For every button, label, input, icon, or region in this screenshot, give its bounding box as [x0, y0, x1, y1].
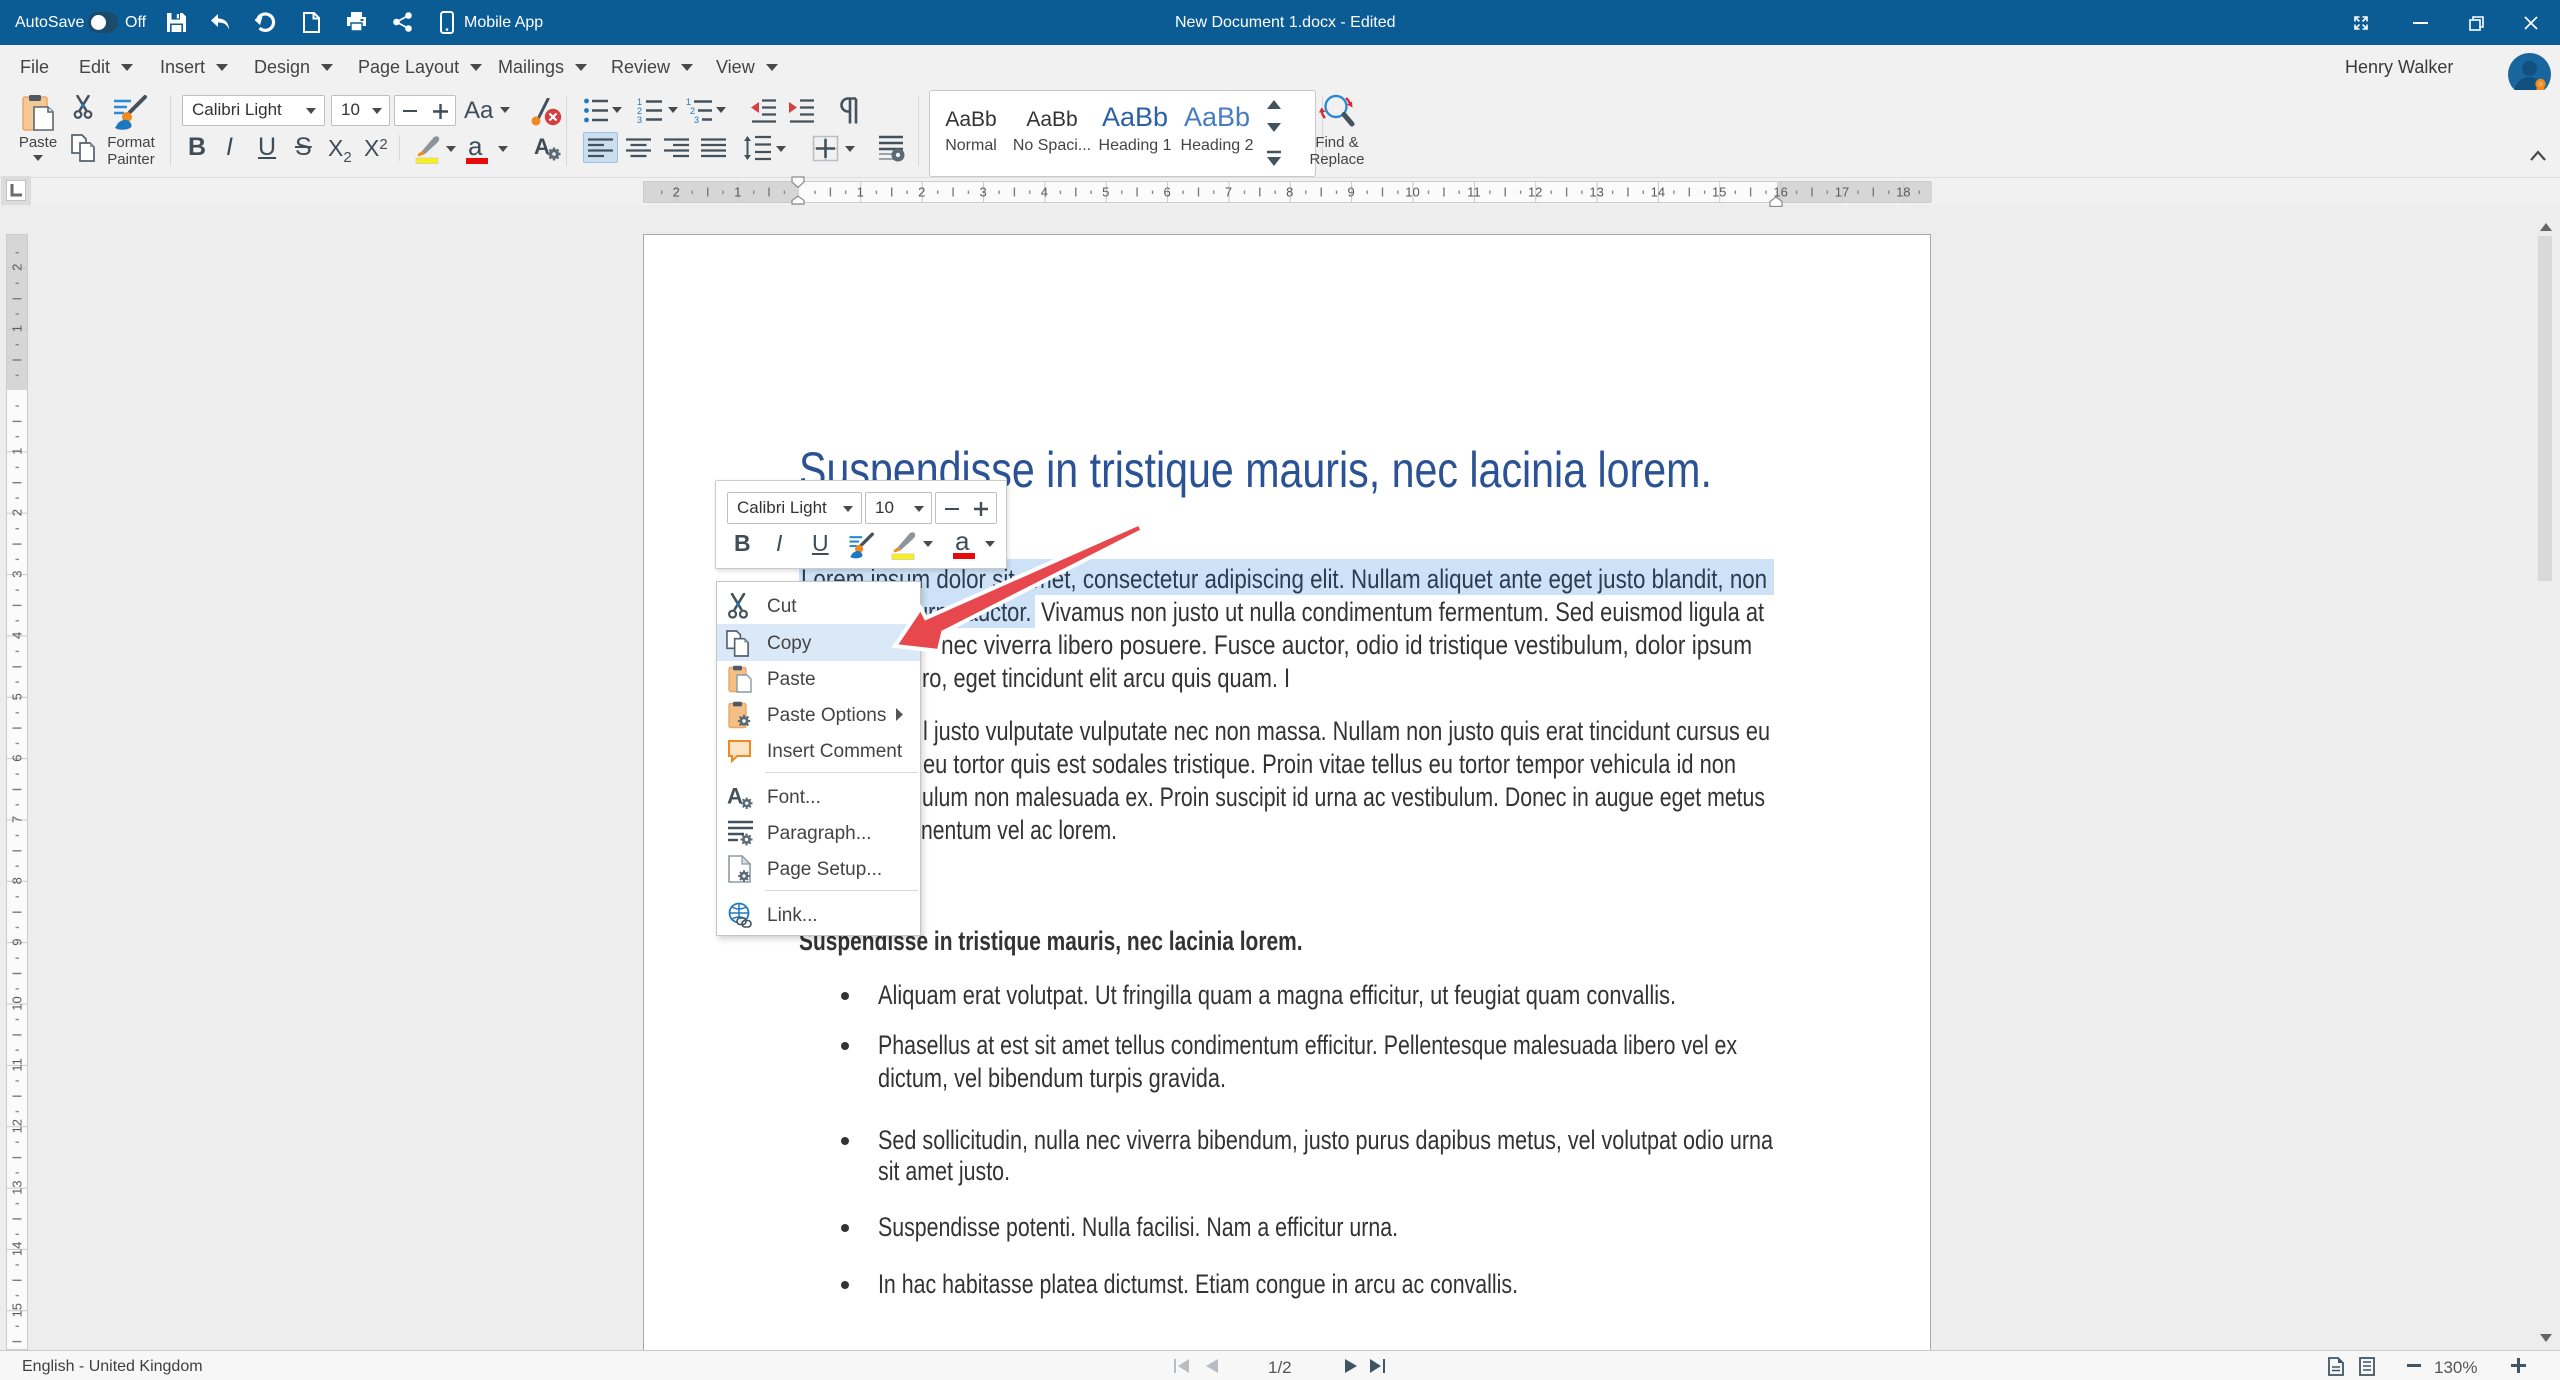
svg-text:A: A: [727, 784, 743, 808]
svg-text:14: 14: [1651, 185, 1665, 200]
svg-text:4: 4: [10, 632, 25, 639]
svg-text:2: 2: [10, 509, 25, 516]
svg-text:13: 13: [1589, 185, 1603, 200]
svg-text:1: 1: [857, 185, 864, 200]
svg-text:15: 15: [10, 1303, 25, 1317]
svg-text:8: 8: [10, 877, 25, 884]
svg-text:2: 2: [918, 185, 925, 200]
svg-text:3: 3: [694, 115, 699, 123]
svg-text:14: 14: [10, 1242, 25, 1256]
svg-text:9: 9: [10, 938, 25, 945]
svg-text:3: 3: [979, 185, 986, 200]
svg-text:11: 11: [1467, 185, 1481, 200]
svg-text:12: 12: [10, 1119, 25, 1133]
svg-text:10: 10: [1405, 185, 1419, 200]
svg-text:7: 7: [10, 816, 25, 823]
svg-text:6: 6: [1163, 185, 1170, 200]
svg-text:1: 1: [734, 185, 741, 200]
svg-text:12: 12: [1528, 185, 1542, 200]
svg-text:9: 9: [1347, 185, 1354, 200]
svg-text:5: 5: [10, 693, 25, 700]
svg-text:11: 11: [10, 1058, 25, 1072]
svg-text:7: 7: [1225, 185, 1232, 200]
svg-text:3: 3: [637, 115, 642, 123]
svg-text:6: 6: [10, 754, 25, 761]
svg-text:2: 2: [673, 185, 680, 200]
svg-text:1: 1: [10, 448, 25, 455]
svg-text:1: 1: [10, 325, 25, 332]
svg-text:3: 3: [10, 570, 25, 577]
svg-text:A: A: [534, 135, 550, 159]
svg-text:13: 13: [10, 1180, 25, 1194]
svg-text:18: 18: [1896, 185, 1910, 200]
svg-text:17: 17: [1835, 185, 1849, 200]
svg-text:2: 2: [10, 264, 25, 271]
svg-text:10: 10: [10, 996, 25, 1010]
svg-text:4: 4: [1041, 185, 1048, 200]
svg-text:8: 8: [1286, 185, 1293, 200]
svg-text:5: 5: [1102, 185, 1109, 200]
svg-text:15: 15: [1712, 185, 1726, 200]
